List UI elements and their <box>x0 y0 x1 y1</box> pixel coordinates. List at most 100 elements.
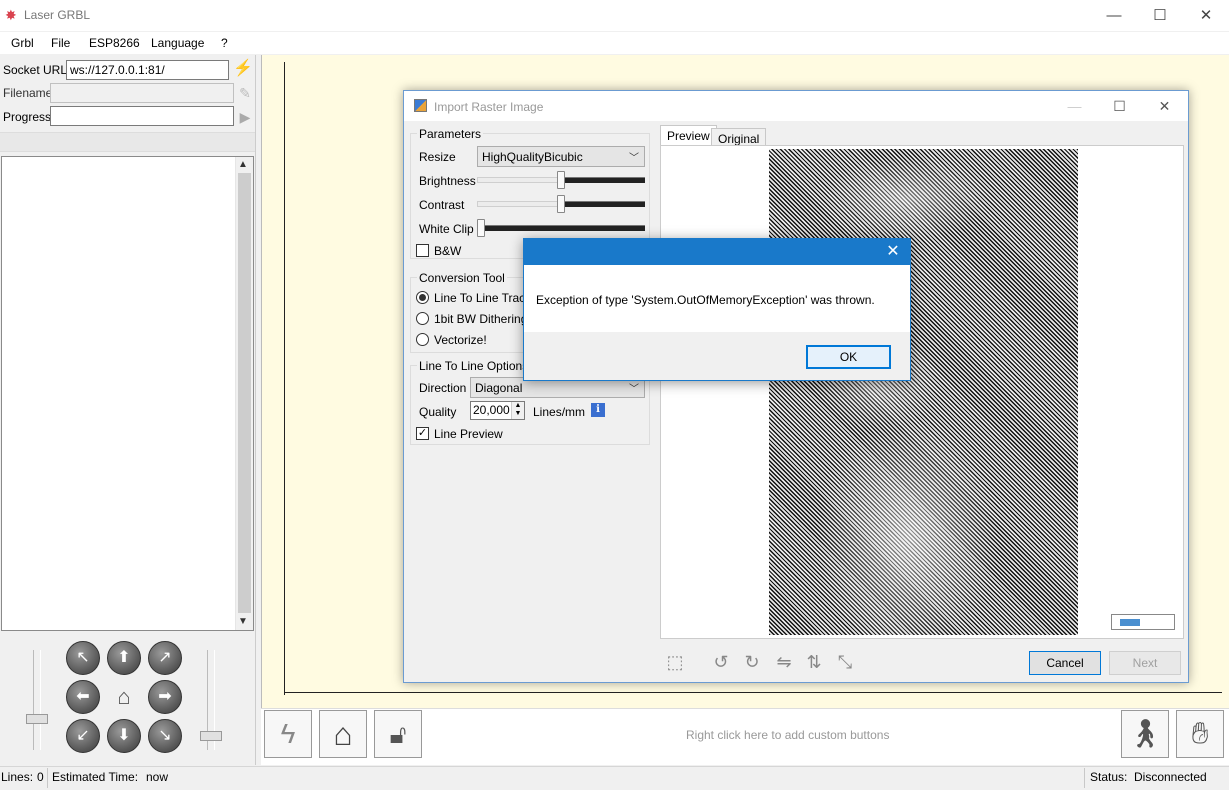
cancel-button[interactable]: Cancel <box>1029 651 1101 675</box>
direction-label: Direction <box>419 381 467 395</box>
lines-label: Lines: <box>1 770 34 784</box>
scroll-up-icon[interactable]: ▲ <box>238 159 248 170</box>
dialog-app-icon <box>414 99 427 112</box>
menu-grbl[interactable]: Grbl <box>11 36 34 50</box>
jog-left-button[interactable]: ⬅ <box>66 680 100 714</box>
error-close-button[interactable]: ✕ <box>876 239 910 265</box>
autotrim-icon[interactable]: ⤡ <box>831 649 859 675</box>
image-preview-panel <box>660 145 1184 639</box>
next-button[interactable]: Next <box>1109 651 1181 675</box>
rotate-ccw-icon[interactable]: ↺ <box>707 649 735 675</box>
unlock-laser-button[interactable]: ϟ <box>264 710 312 758</box>
jog-down-right-button[interactable]: ↘ <box>148 719 182 753</box>
import-raster-dialog: Import Raster Image — ☐ ✕ Parameters Res… <box>403 90 1189 683</box>
dialog-title: Import Raster Image <box>434 100 544 114</box>
stop-hand-button[interactable]: ✋︎ <box>1176 710 1224 758</box>
step-slider-thumb[interactable] <box>200 731 222 741</box>
vectorize-radio[interactable] <box>416 333 429 346</box>
socket-url-input[interactable]: ws://127.0.0.1:81/ <box>66 60 229 80</box>
brightness-track-right[interactable] <box>562 177 645 183</box>
contrast-track-left[interactable] <box>477 201 562 207</box>
dialog-minimize-button[interactable]: — <box>1052 91 1097 121</box>
tab-preview[interactable]: Preview <box>660 125 717 146</box>
jog-down-left-button[interactable]: ↙ <box>66 719 100 753</box>
speed-slider-thumb[interactable] <box>26 714 48 724</box>
quality-label: Quality <box>419 405 457 419</box>
white-clip-slider-thumb[interactable] <box>477 219 485 237</box>
status-separator <box>1084 768 1085 788</box>
rotate-cw-icon[interactable]: ↻ <box>738 649 766 675</box>
menu-language[interactable]: Language <box>151 36 204 50</box>
bw-checkbox[interactable] <box>416 244 429 257</box>
stepper-arrows-icon[interactable]: ▲ ▼ <box>511 402 524 419</box>
flip-vertical-icon[interactable]: ⇅ <box>800 649 828 675</box>
connect-icon[interactable]: ⚡ <box>233 59 253 79</box>
walk-button[interactable]: 🚶︎ <box>1121 710 1169 758</box>
tab-original[interactable]: Original <box>711 128 767 146</box>
x-axis-line <box>284 692 1222 693</box>
status-value: Disconnected <box>1134 770 1207 784</box>
raster-preview-image <box>769 149 1078 635</box>
resize-select-value: HighQualityBicubic <box>482 150 583 164</box>
custom-buttons-hint: Right click here to add custom buttons <box>686 728 890 742</box>
jog-down-button[interactable]: ⬇ <box>107 719 141 753</box>
homing-button[interactable]: ⌂ <box>319 710 367 758</box>
white-clip-label: White Clip <box>419 222 474 236</box>
white-clip-track[interactable] <box>482 225 645 231</box>
conversion-tool-group-title: Conversion Tool <box>417 271 507 285</box>
play-icon[interactable]: ▶ <box>236 107 254 127</box>
estimated-time-value: now <box>146 770 169 784</box>
close-button[interactable]: ✕ <box>1183 0 1229 31</box>
ok-button[interactable]: OK <box>806 345 891 369</box>
open-file-icon[interactable]: ✎ <box>236 83 254 103</box>
minimize-button[interactable]: — <box>1091 0 1137 31</box>
menu-esp8266[interactable]: ESP8266 <box>89 36 140 50</box>
line-to-line-radio[interactable] <box>416 291 429 304</box>
console-scrollbar[interactable]: ▲ ▼ <box>235 157 253 630</box>
jog-home-button[interactable]: ⌂ <box>107 680 141 714</box>
dithering-radio[interactable] <box>416 312 429 325</box>
progress-bar <box>50 106 234 126</box>
brightness-slider-thumb[interactable] <box>557 171 565 189</box>
app-logo-icon: ✸ <box>5 7 17 23</box>
socket-url-label: Socket URL <box>3 63 68 77</box>
menu-help[interactable]: ? <box>221 36 228 50</box>
unlock-button[interactable]: 🔓︎ <box>374 710 422 758</box>
vectorize-label: Vectorize! <box>434 333 487 347</box>
quality-value: 20,000 <box>473 403 510 417</box>
jog-up-button[interactable]: ⬆ <box>107 641 141 675</box>
speed-slider[interactable] <box>33 650 41 750</box>
error-dialog-footer: OK <box>524 332 910 380</box>
resize-label: Resize <box>419 150 456 164</box>
crop-icon[interactable]: ⬚ <box>661 649 689 675</box>
scroll-thumb[interactable] <box>238 173 251 613</box>
maximize-button[interactable]: ☐ <box>1137 0 1183 31</box>
line-preview-checkbox[interactable]: ✓ <box>416 427 429 440</box>
brightness-track-left[interactable] <box>477 177 562 183</box>
line-options-group-title: Line To Line Options <box>417 359 531 373</box>
menu-file[interactable]: File <box>51 36 70 50</box>
console-output[interactable]: ▲ ▼ <box>1 156 254 631</box>
separator-strip <box>0 132 255 152</box>
line-preview-label: Line Preview <box>434 427 503 441</box>
contrast-slider-thumb[interactable] <box>557 195 565 213</box>
flip-horizontal-icon[interactable]: ⇋ <box>770 649 798 675</box>
estimated-time-label: Estimated Time: <box>52 770 139 784</box>
chevron-down-icon: ﹀ <box>629 384 639 395</box>
direction-select-value: Diagonal <box>475 381 523 395</box>
bw-label: B&W <box>434 244 462 258</box>
title-bar <box>0 0 1229 31</box>
resize-select[interactable]: HighQualityBicubic ﹀ <box>477 146 645 167</box>
jog-up-right-button[interactable]: ↗ <box>148 641 182 675</box>
filename-label: Filename <box>3 86 53 100</box>
jog-right-button[interactable]: ➡ <box>148 680 182 714</box>
contrast-track-right[interactable] <box>562 201 645 207</box>
jog-up-left-button[interactable]: ↖ <box>66 641 100 675</box>
app-title: Laser GRBL <box>24 8 91 22</box>
dialog-close-button[interactable]: ✕ <box>1142 91 1187 121</box>
dialog-maximize-button[interactable]: ☐ <box>1097 91 1142 121</box>
scroll-down-icon[interactable]: ▼ <box>238 616 248 627</box>
brightness-label: Brightness <box>419 174 476 188</box>
info-icon[interactable]: i <box>591 403 605 417</box>
preview-progress-fill <box>1120 619 1140 626</box>
